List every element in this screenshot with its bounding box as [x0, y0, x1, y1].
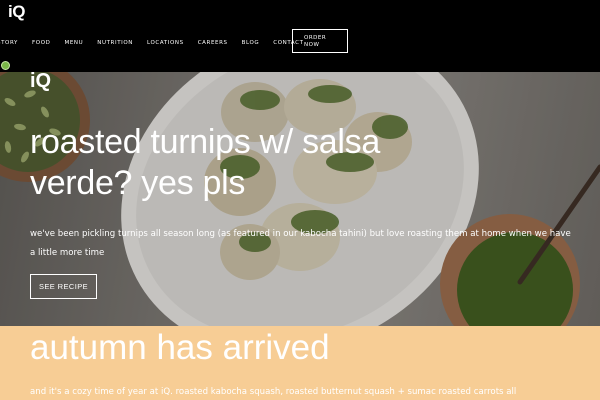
hero-logo: iQ — [30, 72, 52, 92]
nav-item-locations[interactable]: locations — [147, 40, 184, 46]
see-recipe-button[interactable]: SEE RECIPE — [30, 274, 97, 299]
order-now-button[interactable]: ORDER NOW — [292, 29, 348, 53]
autumn-title: autumn has arrived — [30, 328, 330, 367]
hero-banner: iQ roasted turnips w/ salsa verde? yes p… — [0, 72, 600, 326]
autumn-description: and it's a cozy time of year at iQ. roas… — [30, 387, 517, 397]
nav-item-food[interactable]: food — [32, 40, 50, 46]
hero-title-line1: roasted turnips w/ salsa — [30, 123, 380, 161]
top-navigation-bar: iQ story food menu nutrition locations c… — [0, 0, 600, 72]
main-nav: story food menu nutrition locations care… — [0, 40, 318, 46]
nav-item-careers[interactable]: careers — [198, 40, 228, 46]
hero-description: we've been pickling turnips all season l… — [30, 229, 571, 258]
site-logo[interactable]: iQ — [8, 2, 25, 22]
nav-item-nutrition[interactable]: nutrition — [97, 40, 133, 46]
leaf-icon[interactable] — [1, 61, 10, 70]
order-now-label-line2: NOW — [304, 42, 320, 48]
hero-title-line2: verde? yes pls — [30, 164, 246, 202]
autumn-section: autumn has arrived and it's a cozy time … — [0, 326, 600, 400]
order-now-label-line1: ORDER — [304, 35, 327, 41]
nav-item-blog[interactable]: blog — [242, 40, 260, 46]
nav-item-story[interactable]: story — [0, 40, 18, 46]
nav-item-menu[interactable]: menu — [64, 40, 83, 46]
hero-title: roasted turnips w/ salsa verde? yes pls — [30, 122, 480, 204]
